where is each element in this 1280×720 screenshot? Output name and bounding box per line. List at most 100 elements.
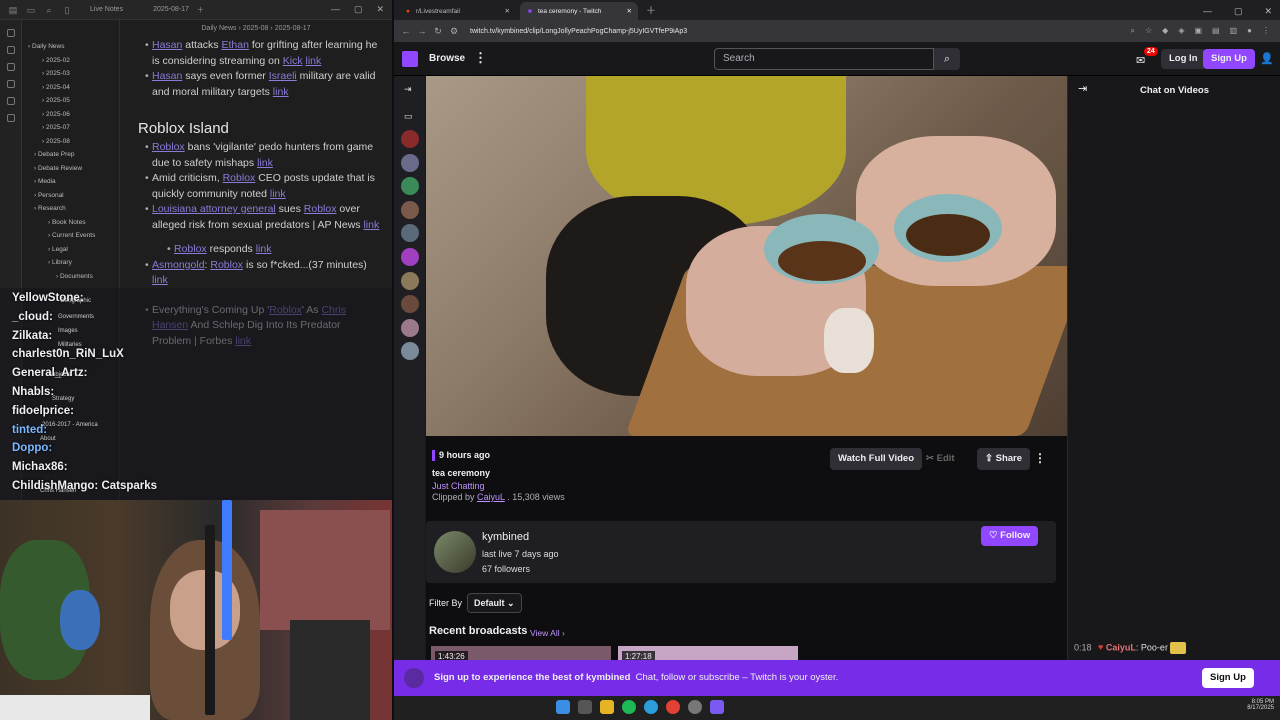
start-icon[interactable] (556, 700, 570, 714)
note-link[interactable]: Roblox (304, 203, 337, 215)
ribbon-templates-icon[interactable] (7, 114, 15, 122)
extension-icon[interactable]: ▤ (1212, 26, 1220, 36)
extension-icon[interactable]: ◈ (1178, 26, 1184, 36)
channel-name[interactable]: kymbined (482, 531, 529, 543)
followed-channel-avatar[interactable] (401, 224, 419, 243)
more-menu-icon[interactable]: ⋮ (474, 50, 487, 66)
clip-video-player[interactable] (426, 76, 1067, 436)
spotify-icon[interactable] (622, 700, 636, 714)
more-options-icon[interactable]: ⋮ (1034, 451, 1046, 465)
note-link[interactable]: Louisiana attorney general (152, 203, 276, 215)
bookmark-star-icon[interactable]: ☆ (1145, 26, 1152, 36)
clipper-link[interactable]: CaiyuL (477, 492, 505, 502)
followed-channel-avatar[interactable] (401, 271, 419, 290)
camera-icon[interactable]: ▭ (404, 111, 413, 122)
banner-signup-button[interactable]: Sign Up (1202, 668, 1254, 688)
inbox-icon[interactable]: ✉ (1136, 54, 1145, 67)
note-link[interactable]: Hasan (152, 70, 182, 82)
tree-item[interactable]: › Current Events (22, 229, 119, 243)
file-explorer-icon[interactable] (600, 700, 614, 714)
back-icon[interactable]: ← (398, 26, 414, 36)
extension-icon[interactable]: ▣ (1194, 26, 1202, 36)
tree-item[interactable]: › Personal (22, 189, 119, 203)
profile-icon[interactable]: ● (1247, 26, 1252, 36)
ribbon-graph-icon[interactable] (7, 46, 15, 54)
clock[interactable]: 8:05 PM 8/17/2025 (1224, 699, 1274, 711)
followed-channel-avatar[interactable] (401, 318, 419, 337)
browser-tab-active[interactable]: ■ tea ceremony - Twitch ✕ (520, 2, 638, 20)
note-link[interactable]: link (363, 219, 379, 231)
login-button[interactable]: Log In (1161, 49, 1206, 69)
note-link[interactable]: link (257, 157, 273, 169)
note-link[interactable]: link (270, 188, 286, 200)
edge-icon[interactable] (644, 700, 658, 714)
category-link[interactable]: Just Chatting (432, 481, 485, 491)
notes-tab-label[interactable]: Live Notes (90, 6, 123, 13)
tree-item[interactable]: › Debate Prep (22, 148, 119, 162)
user-icon[interactable]: 👤 (1260, 52, 1274, 65)
new-tab-icon[interactable]: ＋ (197, 5, 204, 15)
followed-channel-avatar[interactable] (401, 153, 419, 172)
url-field[interactable]: twitch.tv/kymbined/clip/LongJollyPeachPo… (470, 28, 687, 35)
minimize-icon[interactable]: — (1203, 6, 1212, 17)
ribbon-daily-icon[interactable] (7, 80, 15, 88)
note-link[interactable]: Kick (283, 55, 303, 67)
followed-channel-avatar[interactable] (401, 177, 419, 196)
note-link[interactable]: link (306, 55, 322, 67)
tree-item[interactable]: › 2025-03 (22, 67, 119, 81)
note-link[interactable]: Ethan (221, 39, 248, 51)
maximize-icon[interactable]: ▢ (1234, 6, 1243, 17)
tree-item[interactable]: › Library (22, 256, 119, 270)
breadcrumb-part[interactable]: Daily News (202, 25, 237, 32)
followed-channel-avatar[interactable] (401, 248, 419, 266)
notes-tab-date[interactable]: 2025-08-17 (153, 6, 189, 13)
signup-button[interactable]: Sign Up (1203, 49, 1255, 69)
new-tab-icon[interactable]: ＋ (646, 2, 656, 17)
close-tab-icon[interactable]: ✕ (627, 7, 632, 15)
note-link[interactable]: Roblox (174, 243, 207, 255)
note-link[interactable]: link (256, 243, 272, 255)
close-icon[interactable]: ✕ (1264, 6, 1272, 17)
note-link[interactable]: link (273, 86, 289, 98)
tree-item[interactable]: › 2025-05 (22, 94, 119, 108)
tree-item[interactable]: › 2025-06 (22, 108, 119, 122)
zoom-icon[interactable]: ⌕ (1131, 26, 1135, 36)
followed-channel-avatar[interactable] (401, 295, 419, 314)
tree-item[interactable]: › 2025-04 (22, 81, 119, 95)
followed-channel-avatar[interactable] (401, 342, 419, 361)
obsidian-icon[interactable] (710, 700, 724, 714)
extension-icon[interactable]: ▥ (1230, 26, 1238, 36)
channel-avatar[interactable] (434, 531, 476, 573)
follow-button[interactable]: ♡ Follow (981, 526, 1039, 546)
tree-item[interactable]: › Debate Review (22, 162, 119, 176)
note-link[interactable]: link (152, 274, 168, 286)
tree-item[interactable]: › Legal (22, 243, 119, 257)
tree-item[interactable]: › Media (22, 175, 119, 189)
sidebar-toggle-icon[interactable]: ▤ (8, 5, 18, 15)
search-taskbar-icon[interactable] (578, 700, 592, 714)
menu-icon[interactable]: ⋮ (1262, 26, 1270, 36)
share-button[interactable]: ⇪ Share (977, 448, 1031, 470)
browse-link[interactable]: Browse (429, 53, 465, 64)
chat-username[interactable]: CaiyuL (1106, 642, 1136, 652)
twitch-logo-icon[interactable] (402, 51, 418, 67)
note-link[interactable]: Asmongold (152, 259, 205, 271)
tree-item[interactable]: › Daily News (22, 40, 119, 54)
note-link[interactable]: Roblox (210, 259, 243, 271)
note-link[interactable]: Roblox (152, 141, 185, 153)
filter-dropdown[interactable]: Default ⌄ (467, 593, 522, 613)
followed-channel-avatar[interactable] (401, 130, 419, 148)
search-icon[interactable]: ⌕ (44, 5, 54, 15)
ribbon-command-icon[interactable] (7, 97, 15, 105)
obs-icon[interactable] (688, 700, 702, 714)
edit-button[interactable]: ✂ Edit (926, 453, 955, 464)
forward-icon[interactable]: → (414, 26, 430, 36)
reload-icon[interactable]: ↻ (430, 26, 446, 37)
breadcrumb-part[interactable]: 2025-08-17 (275, 25, 311, 32)
folder-icon[interactable]: ▭ (26, 5, 36, 15)
breadcrumb-part[interactable]: 2025-08 (243, 25, 269, 32)
view-all-link[interactable]: View All › (530, 628, 565, 638)
maximize-icon[interactable]: ▢ (354, 4, 363, 15)
tree-item[interactable]: › Documents (22, 270, 119, 284)
close-icon[interactable]: ✕ (376, 4, 384, 15)
